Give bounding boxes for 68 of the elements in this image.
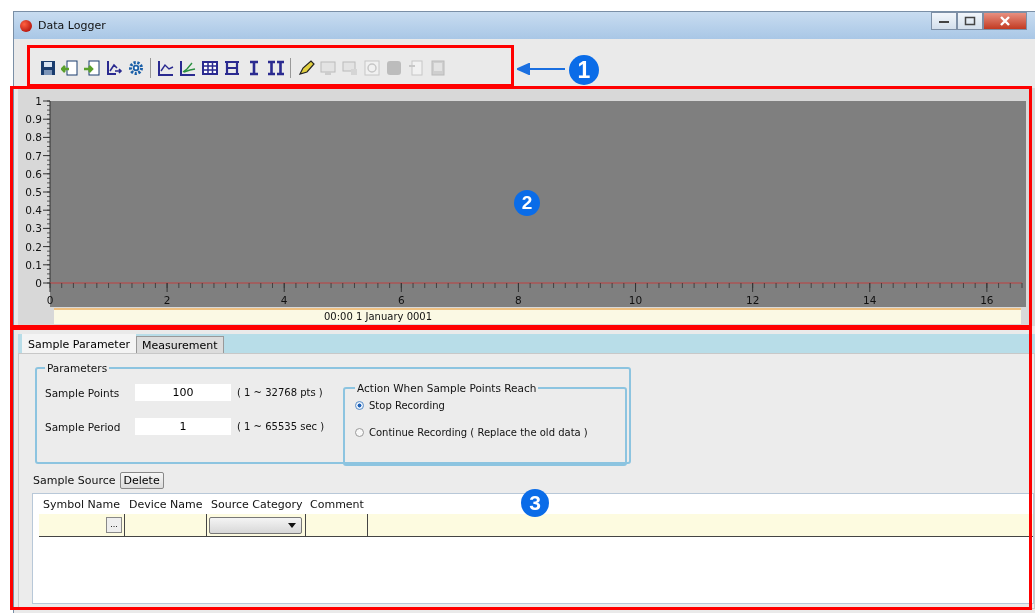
y-tick-label: 1 — [35, 95, 42, 107]
chart-arrow-icon — [104, 58, 123, 77]
delete-button[interactable]: Delete — [119, 472, 164, 489]
y-tick-label: 0.8 — [25, 131, 42, 144]
input-field[interactable]: 1 — [135, 418, 231, 435]
window-title: Data Logger — [38, 19, 106, 32]
x-tick-label: 10 — [628, 294, 643, 306]
field-label: Sample Points — [45, 386, 121, 399]
close-icon — [998, 16, 1012, 26]
record-icon — [384, 58, 403, 77]
double-cursor-bar-icon — [266, 58, 285, 77]
line-chart-icon — [178, 58, 197, 77]
x-tick-label: 2 — [163, 294, 171, 306]
line-chart-icon — [156, 58, 175, 77]
x-tick-label: 14 — [863, 294, 877, 306]
document-arrow-icon — [60, 58, 79, 77]
x-tick-label: 16 — [980, 294, 994, 306]
column-header: Device Name — [128, 497, 204, 511]
minimize-button[interactable] — [931, 12, 957, 30]
browse-button[interactable]: ... — [106, 517, 122, 533]
width-bars-icon — [222, 58, 241, 77]
circle-frame-icon — [362, 58, 381, 77]
panel-icon — [428, 58, 447, 77]
maximize-button[interactable] — [957, 12, 983, 30]
timestamp: 00:00 1 January 0001 — [324, 311, 433, 322]
y-tick-label: 0 — [35, 277, 42, 289]
x-tick-label: 8 — [515, 294, 522, 306]
gear-icon — [126, 58, 145, 77]
y-tick-label: 0.4 — [25, 204, 42, 217]
field-label: Sample Period — [45, 420, 122, 433]
minimize-icon — [938, 18, 950, 24]
document-arrow-icon — [82, 58, 101, 77]
column-header: Symbol Name — [42, 497, 121, 511]
radio-button[interactable] — [355, 401, 364, 410]
column-header: Comment — [309, 497, 365, 511]
maximize-icon — [964, 16, 976, 26]
group-title: Parameters — [46, 362, 109, 374]
range-hint: ( 1 ~ 65535 sec ) — [237, 421, 325, 432]
table-icon — [200, 58, 219, 77]
monitor-icon — [340, 58, 359, 77]
radio-label: Continue Recording ( Replace the old data ) — [369, 427, 588, 438]
column-header: Source Category — [210, 497, 304, 511]
dropdown-arrow-icon — [288, 522, 296, 528]
section-label: Sample Source — [33, 474, 116, 487]
x-tick-label: 12 — [745, 294, 760, 306]
y-tick-label: 0.6 — [25, 167, 42, 180]
monitor-icon — [318, 58, 337, 77]
document-icon — [406, 58, 425, 77]
radio-label: Stop Recording — [369, 400, 445, 411]
y-tick-label: 0.1 — [25, 258, 42, 271]
tab[interactable]: Measurement — [136, 336, 224, 353]
tab[interactable]: Sample Parameter — [22, 334, 136, 353]
group-title: Action When Sample Points Reach — [356, 382, 538, 394]
x-tick-label: 4 — [280, 294, 288, 306]
radio-button[interactable] — [355, 428, 364, 437]
pen-icon — [296, 58, 315, 77]
input-field[interactable]: 100 — [135, 384, 231, 401]
arrow — [517, 63, 565, 75]
x-tick-label: 0 — [46, 294, 54, 306]
app-icon — [20, 19, 32, 32]
range-hint: ( 1 ~ 32768 pts ) — [237, 387, 323, 398]
close-button[interactable] — [983, 12, 1027, 30]
y-tick-label: 0.5 — [25, 186, 42, 198]
y-tick-label: 0.7 — [25, 149, 42, 162]
y-tick-label: 0.9 — [25, 113, 42, 126]
y-tick-label: 0.2 — [25, 240, 42, 253]
y-tick-label: 0.3 — [25, 222, 42, 235]
x-tick-label: 6 — [398, 294, 405, 306]
